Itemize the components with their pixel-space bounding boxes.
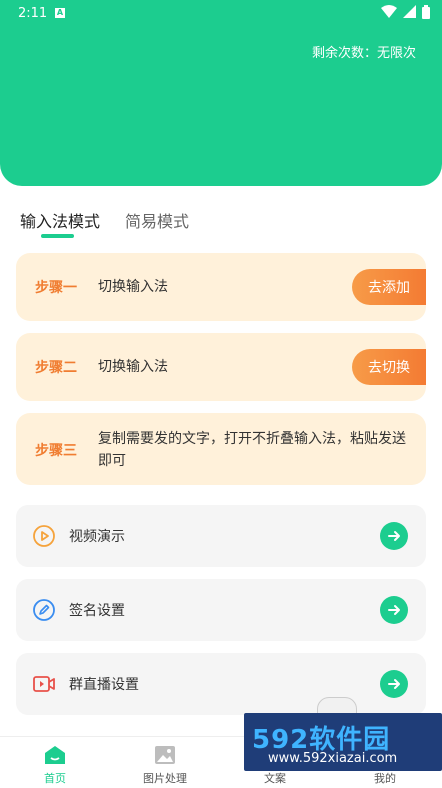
nav-label: 文案 (264, 772, 286, 785)
feature-label: 签名设置 (69, 603, 125, 619)
step-card-3: 步骤三 复制需要发的文字，打开不折叠输入法，粘贴发送即可 (16, 413, 426, 485)
header: 2:11 A 剩余次数：无限次 (0, 0, 442, 186)
nav-label: 首页 (44, 772, 66, 785)
nav-home[interactable]: 首页 (0, 737, 110, 788)
status-time: 2:11 (18, 6, 48, 21)
tab-input-method-mode[interactable]: 输入法模式 (20, 208, 100, 232)
feature-video-demo[interactable]: 视频演示 (16, 505, 426, 567)
tab-simple-mode[interactable]: 简易模式 (125, 208, 189, 232)
feature-group-live-settings[interactable]: 群直播设置 (16, 653, 426, 715)
nav-image-processing[interactable]: 图片处理 (110, 737, 220, 788)
wifi-icon (381, 5, 397, 18)
status-bar: 2:11 A (0, 0, 442, 28)
nav-label: 我的 (374, 772, 396, 785)
step-text: 复制需要发的文字，打开不折叠输入法，粘贴发送即可 (98, 431, 406, 469)
remaining-count: 剩余次数：无限次 (311, 46, 416, 61)
arrow-right-icon[interactable] (380, 522, 408, 550)
signal-icon (403, 5, 416, 18)
arrow-right-icon[interactable] (380, 670, 408, 698)
live-video-icon (33, 676, 55, 692)
pen-icon (33, 599, 55, 621)
step-label: 步骤三 (35, 443, 77, 459)
battery-icon (422, 5, 430, 19)
nav-label: 图片处理 (143, 772, 187, 785)
feature-label: 视频演示 (69, 529, 125, 545)
image-icon (155, 746, 175, 764)
feature-signature-settings[interactable]: 签名设置 (16, 579, 426, 641)
step-label: 步骤一 (35, 280, 77, 296)
tab-indicator (41, 234, 74, 238)
watermark-site: www.592xiazai.com (268, 751, 398, 766)
feature-label: 群直播设置 (69, 677, 139, 693)
step-card-2: 步骤二 切换输入法 去切换 (16, 333, 426, 401)
mode-tabs: 输入法模式 简易模式 (0, 200, 442, 244)
switch-button[interactable]: 去切换 (352, 349, 426, 385)
status-icons (381, 5, 430, 19)
watermark: 592软件园 www.592xiazai.com (244, 713, 442, 771)
step-label: 步骤二 (35, 360, 77, 376)
notification-icon: A (55, 8, 65, 18)
add-button[interactable]: 去添加 (352, 269, 426, 305)
play-circle-icon (33, 525, 55, 547)
step-card-1: 步骤一 切换输入法 去添加 (16, 253, 426, 321)
arrow-right-icon[interactable] (380, 596, 408, 624)
home-icon (45, 746, 65, 764)
